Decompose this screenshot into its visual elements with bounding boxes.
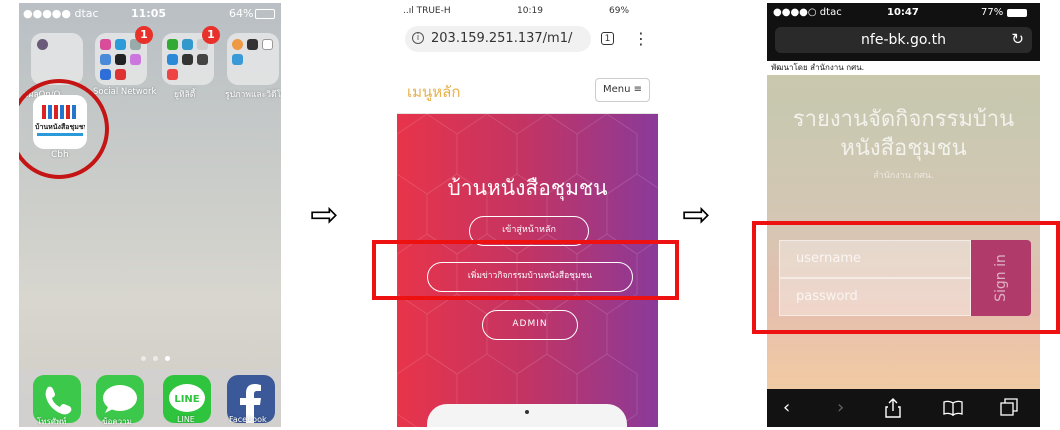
tabs-icon[interactable] [1000,398,1018,416]
app-mini-icon [100,54,111,65]
credit-bar: พัฒนาโดย สำนักงาน กศน. [767,61,1040,75]
app-mini-icon [197,54,208,65]
app-mini-icon [167,39,178,50]
notification-badge: 1 [135,26,153,44]
safari-top-bar: ●●●●○ dtac 10:47 77% nfe-bk.go.th ↻ [767,3,1040,61]
carrier-text: ●●●●● dtac [23,7,99,20]
app-mini-icon [247,39,258,50]
dock-label-line: LINE [177,415,195,424]
status-bar: ●●●●● dtac 11:05 64% [19,3,281,23]
safari-toolbar: ‹ › [767,389,1040,427]
folder-utilities[interactable]: 1 [162,26,220,85]
app-mini-icon [182,39,193,50]
overflow-menu-icon[interactable]: ⋮ [633,29,649,48]
app-mini-icon [115,39,126,50]
folder-photos-videos[interactable] [227,33,279,85]
reload-icon[interactable]: ↻ [1011,30,1024,48]
page-dot [141,356,146,361]
page-subtitle: สำนักงาน กศน. [873,171,934,181]
battery-icon [1007,9,1027,17]
app-mini-icon [262,39,273,50]
app-mini-icon [115,69,126,80]
folder-photos-videos-label: รูปภาพและวิดีโอ [225,90,281,100]
highlight-circle [19,79,109,179]
folder-1[interactable] [31,33,83,85]
address-bar[interactable]: i 203.159.251.137/m1/ [405,26,591,52]
device-mockup [427,404,627,427]
menu-button[interactable]: Menu ≡ [594,78,650,102]
app-mini-icon [130,54,141,65]
app-mini-icon [100,39,111,50]
svg-text:LINE: LINE [174,394,199,405]
battery-text: 69% [609,6,630,16]
folder-utilities-label: ยูทิลิตี้ [174,90,196,100]
url-text: 203.159.251.137/m1/ [431,31,573,46]
app-mini-icon [232,54,243,65]
app-mini-icon [232,39,243,50]
status-bar: ..ıl TRUE-H 10:19 69% [397,3,658,21]
clock-text: 10:19 [517,6,543,16]
safari-login-page: ●●●●○ dtac 10:47 77% nfe-bk.go.th ↻ พัฒน… [767,3,1040,427]
app-mini-icon [115,54,126,65]
domain-text: nfe-bk.go.th [861,32,946,48]
share-icon[interactable] [885,398,901,418]
menu-title: เมนูหลัก [407,83,461,101]
dock-label-facebook: Facebook [229,415,267,424]
carrier-text: ●●●●○ dtac [773,7,842,18]
dock-label-phone: โทรศัพท์ [37,417,67,426]
mobile-browser-menu: ..ıl TRUE-H 10:19 69% i 203.159.251.137/… [397,3,658,427]
battery-text: 64% [229,7,254,20]
folder-social-network[interactable]: 1 [95,26,153,85]
clock-text: 10:47 [887,7,919,18]
page-dot [153,356,158,361]
dock: LINE โทรศัพท์ ข้อความ LINE Facebook [19,369,281,427]
app-mini-icon [167,69,178,80]
highlight-box [372,240,679,300]
top-nav: เมนูหลัก Menu ≡ [397,67,658,114]
app-mini-icon [37,39,48,50]
admin-button[interactable]: ADMIN [482,310,578,340]
page-dot-active [165,356,170,361]
app-mini-icon [100,69,111,80]
battery-icon [255,9,275,19]
hero-title: บ้านหนังสือชุมชน [447,176,608,200]
battery-text: 77% [981,7,1004,18]
arrow-right-icon: ⇨ [682,195,711,235]
address-bar[interactable]: nfe-bk.go.th ↻ [775,27,1032,53]
tabs-button[interactable]: 1 [601,32,614,45]
notification-badge: 1 [202,26,220,44]
back-icon[interactable]: ‹ [783,397,790,418]
info-icon: i [412,32,424,44]
clock-text: 11:05 [131,7,167,20]
arrow-right-icon: ⇨ [310,195,339,235]
app-mini-icon [182,54,193,65]
bookmarks-icon[interactable] [943,400,963,416]
page-title-line2: หนังสือชุมชน [840,136,967,161]
forward-icon[interactable]: › [837,397,844,418]
dock-label-messages: ข้อความ [102,417,132,426]
highlight-box [752,221,1060,334]
carrier-text: ..ıl TRUE-H [403,6,451,16]
ios-home-screen: ●●●●● dtac 11:05 64% แผลOn/O... 1 Social… [19,3,281,427]
folder-social-network-label: Social Network [93,87,157,97]
app-mini-icon [167,54,178,65]
